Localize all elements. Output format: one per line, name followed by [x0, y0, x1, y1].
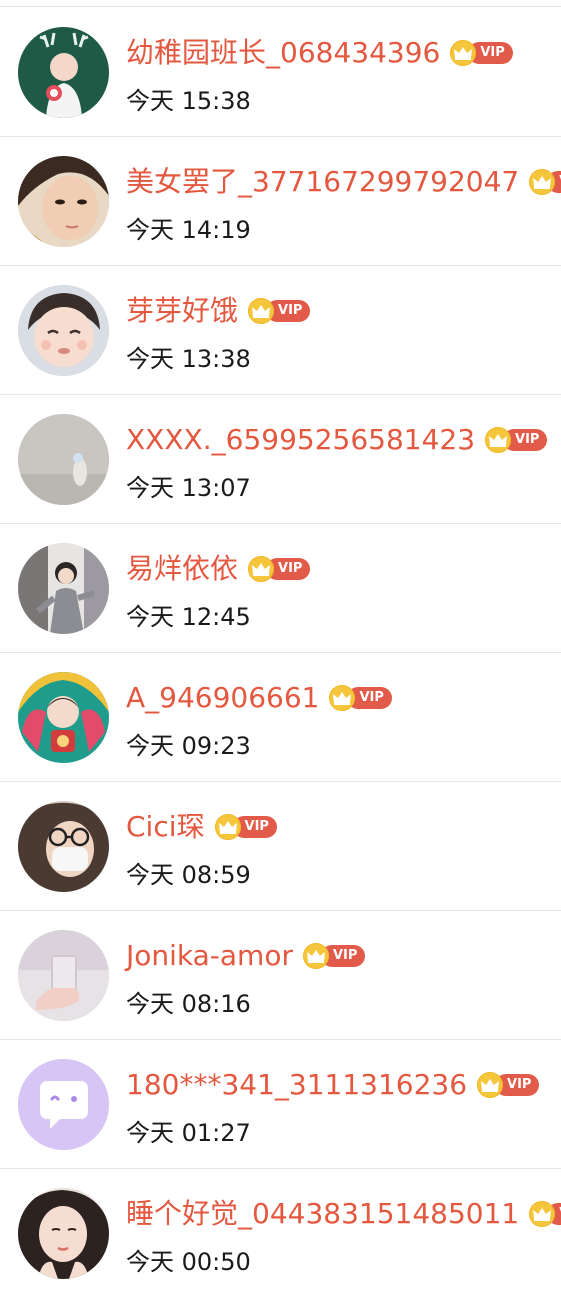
list-item[interactable]: 美女罢了_377167299792047 VIP 今天 14:19	[0, 137, 561, 266]
list-item[interactable]: Cici琛 VIP 今天 08:59	[0, 782, 561, 911]
timestamp: 今天 09:23	[126, 732, 251, 760]
vip-badge: VIP	[485, 427, 548, 453]
username[interactable]: 易烊依依	[126, 552, 238, 586]
chat-bubble-icon	[18, 1059, 109, 1150]
crown-icon	[302, 943, 329, 969]
timestamp: 今天 08:59	[126, 861, 251, 889]
list-item[interactable]: 幼稚园班长_068434396 VIP 今天 15:38	[0, 8, 561, 137]
avatar[interactable]	[18, 1188, 109, 1279]
avatar[interactable]	[18, 930, 109, 1021]
vip-badge: VIP	[477, 1072, 540, 1098]
list-item[interactable]: 180***341_3111316236 VIP 今天 01:27	[0, 1040, 561, 1169]
avatar[interactable]	[18, 1059, 109, 1150]
username[interactable]: 180***341_3111316236	[126, 1068, 467, 1102]
timestamp: 今天 15:38	[126, 87, 251, 115]
crown-icon	[248, 298, 275, 324]
divider	[0, 6, 561, 7]
timestamp: 今天 12:45	[126, 603, 251, 631]
vip-badge: VIP	[529, 1201, 561, 1227]
avatar[interactable]	[18, 801, 109, 892]
avatar[interactable]	[18, 285, 109, 376]
vip-badge: VIP	[302, 943, 366, 969]
vip-badge: VIP	[529, 169, 561, 195]
timestamp: 今天 00:50	[126, 1248, 251, 1276]
avatar[interactable]	[18, 543, 109, 634]
username[interactable]: 幼稚园班长_068434396	[126, 36, 440, 70]
username[interactable]: Jonika-amor	[126, 939, 293, 973]
username[interactable]: XXXX._65995256581423	[126, 423, 475, 457]
avatar[interactable]	[18, 414, 109, 505]
timestamp: 今天 01:27	[126, 1119, 251, 1147]
username[interactable]: 美女罢了_377167299792047	[126, 165, 519, 199]
username[interactable]: Cici琛	[126, 810, 205, 844]
vip-badge: VIP	[329, 685, 392, 711]
list-item[interactable]: Jonika-amor VIP 今天 08:16	[0, 911, 561, 1040]
timestamp: 今天 14:19	[126, 216, 251, 244]
username[interactable]: 芽芽好饿	[126, 294, 238, 328]
avatar[interactable]	[18, 672, 109, 763]
list-item[interactable]: 芽芽好饿 VIP 今天 13:38	[0, 266, 561, 395]
list-item[interactable]: 易烊依依 VIP 今天 12:45	[0, 524, 561, 653]
username[interactable]: A_946906661	[126, 681, 319, 715]
avatar[interactable]	[18, 27, 109, 118]
timestamp: 今天 13:07	[126, 474, 251, 502]
timestamp: 今天 13:38	[126, 345, 251, 373]
list-item[interactable]: XXXX._65995256581423 VIP 今天 13:07	[0, 395, 561, 524]
vip-badge: VIP	[248, 556, 311, 582]
list-item[interactable]: A_946906661 VIP 今天 09:23	[0, 653, 561, 782]
username[interactable]: 睡个好觉_044383151485011	[126, 1197, 519, 1231]
crown-icon	[248, 556, 275, 582]
vip-badge: VIP	[450, 40, 513, 66]
crown-icon	[485, 427, 512, 453]
avatar[interactable]	[18, 156, 109, 247]
vip-badge: VIP	[248, 298, 311, 324]
vip-badge: VIP	[214, 814, 277, 840]
timestamp: 今天 08:16	[126, 990, 251, 1018]
list-item[interactable]: 睡个好觉_044383151485011 VIP 今天 00:50	[0, 1169, 561, 1298]
crown-icon	[477, 1072, 504, 1098]
crown-icon	[214, 814, 241, 840]
